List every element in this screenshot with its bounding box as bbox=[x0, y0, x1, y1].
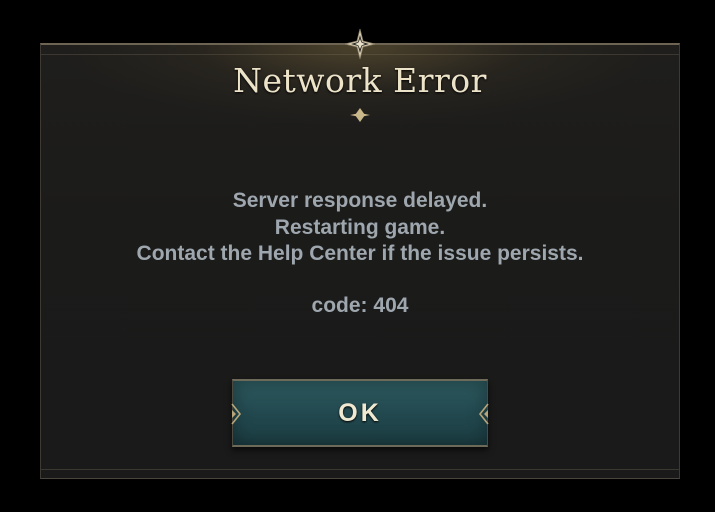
error-code: code: 404 bbox=[311, 294, 409, 317]
ok-button[interactable]: OK bbox=[231, 379, 489, 447]
dialog-title: Network Error bbox=[233, 61, 487, 100]
diamond-ornament-icon bbox=[350, 108, 370, 122]
message-line: Server response delayed. bbox=[232, 189, 488, 212]
error-message: Server response delayed. Restarting game… bbox=[40, 188, 680, 268]
arrow-ornament-icon bbox=[478, 403, 489, 425]
four-point-star-ornament-icon bbox=[344, 28, 376, 60]
title-divider bbox=[95, 108, 625, 122]
message-line: Restarting game. bbox=[274, 215, 446, 239]
message-line: Contact the Help Center if the issue per… bbox=[136, 242, 584, 265]
ok-button-label: OK bbox=[338, 399, 382, 427]
